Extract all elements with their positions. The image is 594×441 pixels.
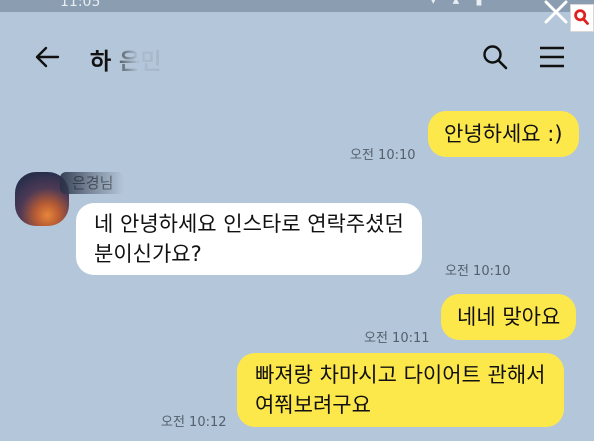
message-text: 네네 맞아요 bbox=[457, 305, 561, 329]
sender-name-redaction bbox=[60, 172, 124, 194]
message-time: 오전 10:10 bbox=[350, 148, 416, 163]
message-text-line: 네 안녕하세요 인스타로 연락주셨던 bbox=[94, 212, 404, 236]
message-time: 오전 10:10 bbox=[445, 264, 511, 279]
menu-icon[interactable] bbox=[538, 43, 566, 71]
message-time: 오전 10:11 bbox=[364, 331, 430, 346]
message-text: 안녕하세요 :) bbox=[444, 122, 563, 146]
status-time: 11:05 bbox=[60, 0, 101, 10]
back-arrow-icon[interactable] bbox=[32, 42, 62, 72]
message-text-line: 빠져랑 차마시고 다이어트 관해서 bbox=[255, 363, 546, 387]
chat-header: 하 은민 bbox=[0, 12, 594, 98]
search-icon[interactable] bbox=[480, 42, 510, 72]
message-bubble-outgoing[interactable]: 네네 맞아요 bbox=[441, 294, 577, 340]
status-icons: ▾ ▴ ▮ bbox=[430, 0, 489, 8]
status-bar: 11:05 ▾ ▴ ▮ bbox=[0, 0, 594, 12]
message-text-line: 분이신가요? bbox=[94, 242, 202, 266]
message-time: 오전 10:12 bbox=[161, 415, 227, 430]
message-bubble-outgoing[interactable]: 안녕하세요 :) bbox=[428, 111, 579, 157]
message-bubble-incoming[interactable]: 네 안녕하세요 인스타로 연락주셨던 분이신가요? bbox=[76, 203, 422, 275]
message-text-line: 여쭤보려구요 bbox=[255, 393, 371, 417]
message-bubble-outgoing[interactable]: 빠져랑 차마시고 다이어트 관해서 여쭤보려구요 bbox=[237, 353, 564, 427]
title-redaction bbox=[111, 46, 197, 72]
